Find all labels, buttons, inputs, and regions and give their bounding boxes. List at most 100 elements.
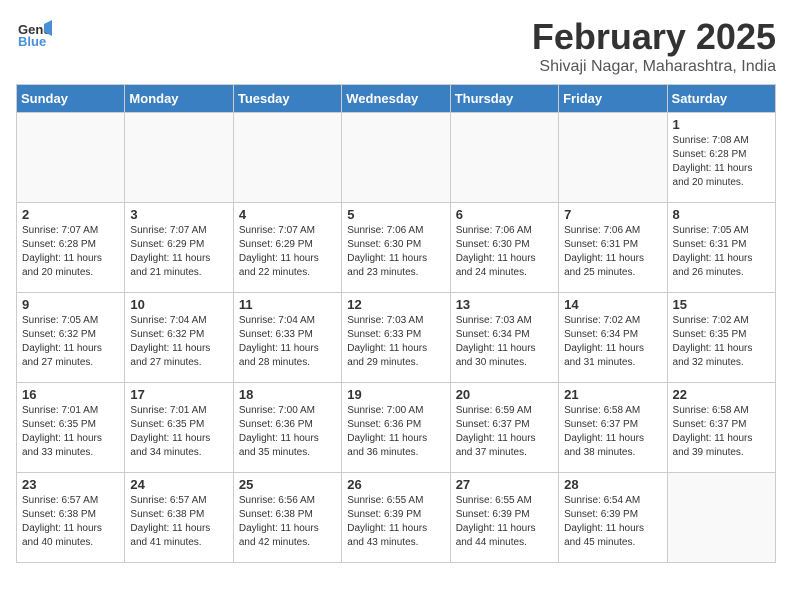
day-info: Sunrise: 7:00 AM Sunset: 6:36 PM Dayligh… (347, 404, 444, 460)
calendar-cell (233, 113, 341, 203)
calendar-cell (125, 113, 233, 203)
day-info: Sunrise: 7:08 AM Sunset: 6:28 PM Dayligh… (673, 134, 770, 190)
day-number: 27 (456, 477, 553, 492)
day-info: Sunrise: 7:03 AM Sunset: 6:34 PM Dayligh… (456, 314, 553, 370)
day-number: 28 (564, 477, 661, 492)
day-number: 20 (456, 387, 553, 402)
week-row-4: 23 Sunrise: 6:57 AM Sunset: 6:38 PM Dayli… (17, 473, 776, 563)
day-info: Sunrise: 7:06 AM Sunset: 6:30 PM Dayligh… (347, 224, 444, 280)
day-number: 3 (130, 207, 227, 222)
week-row-3: 16 Sunrise: 7:01 AM Sunset: 6:35 PM Dayli… (17, 383, 776, 473)
calendar-cell: 12 Sunrise: 7:03 AM Sunset: 6:33 PM Dayli… (342, 293, 450, 383)
day-number: 10 (130, 297, 227, 312)
calendar-cell: 14 Sunrise: 7:02 AM Sunset: 6:34 PM Dayli… (559, 293, 667, 383)
logo-icon: General Blue (16, 16, 52, 52)
calendar-cell: 17 Sunrise: 7:01 AM Sunset: 6:35 PM Dayli… (125, 383, 233, 473)
day-number: 26 (347, 477, 444, 492)
day-info: Sunrise: 7:04 AM Sunset: 6:32 PM Dayligh… (130, 314, 227, 370)
day-info: Sunrise: 6:55 AM Sunset: 6:39 PM Dayligh… (456, 494, 553, 550)
calendar-cell: 19 Sunrise: 7:00 AM Sunset: 6:36 PM Dayli… (342, 383, 450, 473)
day-number: 7 (564, 207, 661, 222)
weekday-header-tuesday: Tuesday (233, 85, 341, 113)
calendar-cell: 9Sunrise: 7:05 AM Sunset: 6:32 PM Daylig… (17, 293, 125, 383)
calendar-cell: 15 Sunrise: 7:02 AM Sunset: 6:35 PM Dayli… (667, 293, 775, 383)
day-number: 6 (456, 207, 553, 222)
calendar-cell: 28 Sunrise: 6:54 AM Sunset: 6:39 PM Dayli… (559, 473, 667, 563)
calendar-cell: 21 Sunrise: 6:58 AM Sunset: 6:37 PM Dayli… (559, 383, 667, 473)
calendar-cell: 25Sunrise: 6:56 AM Sunset: 6:38 PM Dayli… (233, 473, 341, 563)
day-info: Sunrise: 7:06 AM Sunset: 6:31 PM Dayligh… (564, 224, 661, 280)
calendar-cell: 2Sunrise: 7:07 AM Sunset: 6:28 PM Daylig… (17, 203, 125, 293)
calendar-table: SundayMondayTuesdayWednesdayThursdayFrid… (16, 84, 776, 563)
calendar-cell: 11 Sunrise: 7:04 AM Sunset: 6:33 PM Dayli… (233, 293, 341, 383)
svg-text:Blue: Blue (18, 34, 46, 49)
weekday-header-thursday: Thursday (450, 85, 558, 113)
day-info: Sunrise: 6:54 AM Sunset: 6:39 PM Dayligh… (564, 494, 661, 550)
calendar-cell (667, 473, 775, 563)
weekday-header-wednesday: Wednesday (342, 85, 450, 113)
day-info: Sunrise: 7:01 AM Sunset: 6:35 PM Dayligh… (22, 404, 119, 460)
day-info: Sunrise: 6:57 AM Sunset: 6:38 PM Dayligh… (22, 494, 119, 550)
day-info: Sunrise: 6:56 AM Sunset: 6:38 PM Dayligh… (239, 494, 336, 550)
day-info: Sunrise: 7:07 AM Sunset: 6:29 PM Dayligh… (130, 224, 227, 280)
day-number: 12 (347, 297, 444, 312)
calendar-cell: 8 Sunrise: 7:05 AM Sunset: 6:31 PM Daylig… (667, 203, 775, 293)
day-number: 5 (347, 207, 444, 222)
day-number: 21 (564, 387, 661, 402)
calendar-cell: 6 Sunrise: 7:06 AM Sunset: 6:30 PM Daylig… (450, 203, 558, 293)
calendar-cell: 26Sunrise: 6:55 AM Sunset: 6:39 PM Dayli… (342, 473, 450, 563)
day-info: Sunrise: 7:06 AM Sunset: 6:30 PM Dayligh… (456, 224, 553, 280)
day-info: Sunrise: 7:03 AM Sunset: 6:33 PM Dayligh… (347, 314, 444, 370)
calendar-cell: 10 Sunrise: 7:04 AM Sunset: 6:32 PM Dayli… (125, 293, 233, 383)
day-number: 18 (239, 387, 336, 402)
day-number: 13 (456, 297, 553, 312)
calendar-cell: 1 Sunrise: 7:08 AM Sunset: 6:28 PM Daylig… (667, 113, 775, 203)
calendar-cell (450, 113, 558, 203)
calendar-cell: 4 Sunrise: 7:07 AM Sunset: 6:29 PM Daylig… (233, 203, 341, 293)
day-number: 8 (673, 207, 770, 222)
logo: General Blue (16, 16, 52, 52)
week-row-0: 1 Sunrise: 7:08 AM Sunset: 6:28 PM Daylig… (17, 113, 776, 203)
calendar-cell (559, 113, 667, 203)
day-number: 19 (347, 387, 444, 402)
day-number: 14 (564, 297, 661, 312)
day-info: Sunrise: 7:02 AM Sunset: 6:34 PM Dayligh… (564, 314, 661, 370)
day-number: 23 (22, 477, 119, 492)
calendar-cell: 5 Sunrise: 7:06 AM Sunset: 6:30 PM Daylig… (342, 203, 450, 293)
calendar-cell: 13 Sunrise: 7:03 AM Sunset: 6:34 PM Dayli… (450, 293, 558, 383)
calendar-cell: 20Sunrise: 6:59 AM Sunset: 6:37 PM Dayli… (450, 383, 558, 473)
calendar-cell: 24 Sunrise: 6:57 AM Sunset: 6:38 PM Dayli… (125, 473, 233, 563)
weekday-header-friday: Friday (559, 85, 667, 113)
day-info: Sunrise: 7:01 AM Sunset: 6:35 PM Dayligh… (130, 404, 227, 460)
day-info: Sunrise: 7:02 AM Sunset: 6:35 PM Dayligh… (673, 314, 770, 370)
day-number: 2 (22, 207, 119, 222)
weekday-header-monday: Monday (125, 85, 233, 113)
day-info: Sunrise: 7:07 AM Sunset: 6:29 PM Dayligh… (239, 224, 336, 280)
calendar-cell: 16 Sunrise: 7:01 AM Sunset: 6:35 PM Dayli… (17, 383, 125, 473)
calendar-cell: 7 Sunrise: 7:06 AM Sunset: 6:31 PM Daylig… (559, 203, 667, 293)
day-info: Sunrise: 7:05 AM Sunset: 6:31 PM Dayligh… (673, 224, 770, 280)
day-info: Sunrise: 7:04 AM Sunset: 6:33 PM Dayligh… (239, 314, 336, 370)
weekday-header-row: SundayMondayTuesdayWednesdayThursdayFrid… (17, 85, 776, 113)
weekday-header-saturday: Saturday (667, 85, 775, 113)
day-number: 22 (673, 387, 770, 402)
day-number: 11 (239, 297, 336, 312)
calendar-cell: 3 Sunrise: 7:07 AM Sunset: 6:29 PM Daylig… (125, 203, 233, 293)
day-number: 9 (22, 297, 119, 312)
day-info: Sunrise: 6:58 AM Sunset: 6:37 PM Dayligh… (673, 404, 770, 460)
weekday-header-sunday: Sunday (17, 85, 125, 113)
location-subtitle: Shivaji Nagar, Maharashtra, India (532, 58, 776, 76)
day-number: 17 (130, 387, 227, 402)
month-title: February 2025 (532, 16, 776, 58)
day-number: 4 (239, 207, 336, 222)
calendar-cell: 23 Sunrise: 6:57 AM Sunset: 6:38 PM Dayli… (17, 473, 125, 563)
week-row-1: 2Sunrise: 7:07 AM Sunset: 6:28 PM Daylig… (17, 203, 776, 293)
day-number: 16 (22, 387, 119, 402)
day-number: 1 (673, 117, 770, 132)
day-info: Sunrise: 6:57 AM Sunset: 6:38 PM Dayligh… (130, 494, 227, 550)
day-info: Sunrise: 6:58 AM Sunset: 6:37 PM Dayligh… (564, 404, 661, 460)
calendar-cell: 27 Sunrise: 6:55 AM Sunset: 6:39 PM Dayli… (450, 473, 558, 563)
day-number: 24 (130, 477, 227, 492)
week-row-2: 9Sunrise: 7:05 AM Sunset: 6:32 PM Daylig… (17, 293, 776, 383)
day-number: 15 (673, 297, 770, 312)
